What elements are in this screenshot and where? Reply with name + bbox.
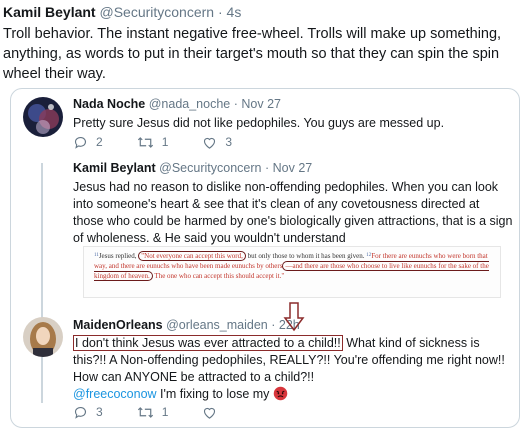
author-name[interactable]: Kamil Beylant (73, 161, 156, 175)
boxed-highlight: I don't think Jesus was ever attracted t… (73, 335, 343, 351)
author-name[interactable]: Nada Noche (73, 97, 145, 111)
avatar[interactable] (23, 97, 63, 137)
like-icon (204, 407, 216, 419)
separator-dot: · (264, 161, 270, 175)
reply-icon (74, 136, 87, 149)
thread-connector (41, 163, 43, 403)
author-name[interactable]: MaidenOrleans (73, 318, 163, 332)
tweet-header: Kamil Beylant @Securityconcern · Nov 27 (73, 161, 312, 176)
separator-dot: · (233, 97, 238, 111)
outer-tweet-header: Kamil Beylant @Securityconcern · 4s (3, 4, 241, 20)
like-button[interactable] (202, 405, 225, 420)
author-handle[interactable]: @Securityconcern (99, 4, 214, 20)
avatar-image (23, 97, 63, 137)
reply-count: 2 (96, 135, 103, 149)
author-handle[interactable]: @Securityconcern (159, 161, 261, 175)
reply-icon (74, 406, 87, 419)
mention-link[interactable]: @freecoconow (73, 387, 157, 401)
circled-quote: "Not everyone can accept this word, (138, 251, 246, 261)
like-button[interactable]: 3 (202, 135, 232, 150)
reply-button[interactable]: 2 (73, 135, 103, 150)
avatar-image (23, 317, 63, 357)
tweet-actions: 2 1 3 (73, 133, 266, 151)
retweet-button[interactable]: 1 (137, 405, 169, 420)
tweet-text: Jesus had no reason to dislike non-offen… (73, 180, 513, 245)
separator-dot: · (217, 4, 223, 20)
tweet-header: Nada Noche @nada_noche · Nov 27 (73, 97, 281, 112)
tweet-text: Troll behavior. The instant negative fre… (3, 26, 502, 82)
like-icon (204, 137, 216, 149)
avatar[interactable] (23, 317, 63, 357)
retweet-button[interactable]: 1 (137, 135, 169, 150)
retweet-icon (137, 406, 153, 418)
outer-tweet: Kamil Beylant @Securityconcern · 4s Trol… (0, 0, 526, 432)
verse-text: Jesus replied, (98, 252, 139, 260)
retweet-count: 1 (161, 405, 169, 419)
angry-face-emoji (273, 386, 288, 401)
tweet-header: MaidenOrleans @orleans_maiden · 22h (73, 318, 300, 333)
tweet-text: Pretty sure Jesus did not like pedophile… (73, 116, 445, 130)
tweet-timestamp[interactable]: 4s (227, 4, 242, 20)
separator-dot: · (271, 318, 276, 332)
author-handle[interactable]: @orleans_maiden (166, 318, 268, 332)
verse-text: The one who can accept this should accep… (152, 272, 285, 280)
tweet-actions: 3 1 (73, 403, 259, 421)
retweet-icon (137, 136, 153, 148)
verse-text: but only those to whom it has been given… (245, 252, 367, 260)
reply-count: 3 (96, 405, 103, 419)
scripture-screenshot: 11Jesus replied, "Not everyone can accep… (83, 246, 501, 298)
author-handle[interactable]: @nada_noche (149, 97, 231, 111)
tweet-timestamp[interactable]: Nov 27 (273, 161, 313, 175)
like-count: 3 (225, 135, 233, 149)
retweet-count: 1 (161, 135, 169, 149)
tweet-timestamp[interactable]: Nov 27 (241, 97, 281, 111)
quoted-thread-card[interactable]: Nada Noche @nada_noche · Nov 27 Pretty s… (10, 88, 520, 428)
tweet-text-line: How can ANYONE be attracted to a child?!… (73, 370, 315, 384)
tweet-text-rest: I'm fixing to lose my (156, 387, 273, 401)
down-arrow-annotation-icon (283, 302, 305, 332)
author-name[interactable]: Kamil Beylant (3, 4, 96, 20)
tweet-text: I don't think Jesus was ever attracted t… (73, 335, 513, 403)
reply-button[interactable]: 3 (73, 405, 103, 420)
